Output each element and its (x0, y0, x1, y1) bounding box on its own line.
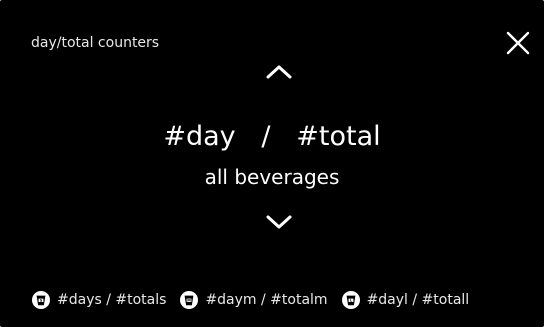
close-icon (506, 31, 530, 55)
category-small-label: #days / #totals (57, 292, 167, 308)
cup-icon: L (341, 291, 360, 309)
counter-screen: day/total counters #day / #total all bev… (0, 0, 544, 327)
svg-text:M: M (188, 299, 192, 303)
category-bar: S #days / #totals M #daym / #totalm L #d… (31, 289, 469, 311)
day-counter: #day (163, 121, 236, 152)
category-large[interactable]: L #dayl / #totall (341, 290, 470, 310)
cup-icon: M (180, 291, 199, 309)
scroll-up-button[interactable] (264, 62, 294, 82)
beverage-category: all beverages (204, 165, 340, 189)
total-counter: #total (296, 121, 381, 152)
counter-display: #day / #total (0, 120, 544, 154)
chevron-down-icon (266, 215, 292, 229)
cup-icon: S (32, 291, 50, 309)
svg-text:S: S (40, 299, 43, 303)
counter-separator: / (261, 121, 271, 152)
category-medium-label: #daym / #totalm (205, 292, 328, 308)
category-small[interactable]: S #days / #totals (31, 290, 166, 310)
category-medium[interactable]: M #daym / #totalm (179, 290, 328, 310)
category-large-label: #dayl / #totall (366, 292, 470, 308)
screen-title: day/total counters (31, 35, 160, 51)
close-button[interactable] (503, 29, 533, 59)
chevron-up-icon (266, 65, 292, 79)
scroll-down-button[interactable] (264, 212, 294, 232)
